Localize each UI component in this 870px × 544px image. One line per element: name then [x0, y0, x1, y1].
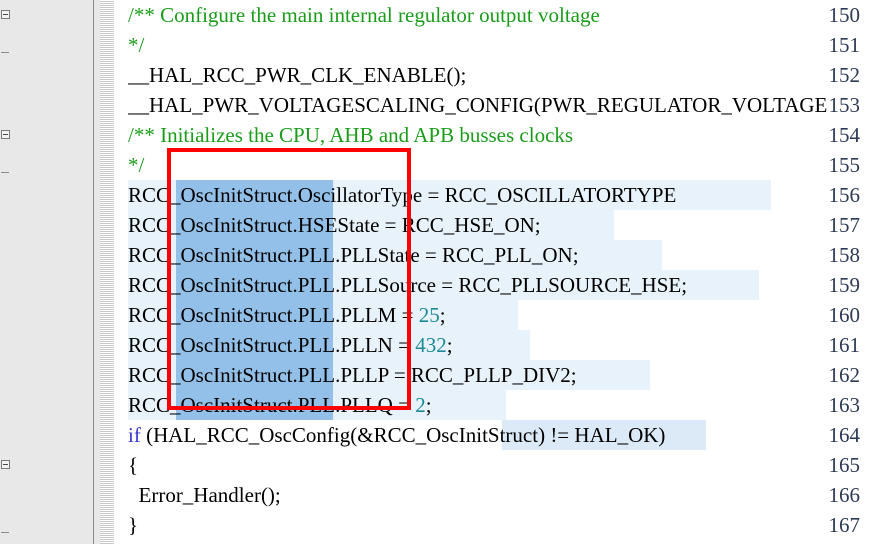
code-line-text: }	[128, 510, 138, 540]
token-plain: Error_Handler();	[128, 483, 281, 507]
token-plain: RCC_OscInitStruct.PLL.PLLSource = RCC_PL…	[128, 273, 688, 297]
code-line-text: {	[128, 450, 138, 480]
fold-collapse-icon[interactable]	[1, 130, 10, 139]
code-line[interactable]: __HAL_RCC_PWR_CLK_ENABLE();	[128, 60, 870, 90]
token-plain: RCC_OscInitStruct.PLL.PLLQ =	[128, 393, 416, 417]
token-plain: }	[128, 513, 139, 537]
code-line[interactable]: Error_Handler();	[128, 480, 870, 510]
fold-guide-line	[93, 0, 94, 544]
token-number: 25	[418, 303, 440, 327]
code-line-text: RCC_OscInitStruct.PLL.PLLSource = RCC_PL…	[128, 270, 687, 300]
token-number: 432	[415, 333, 447, 357]
token-plain: ;	[446, 333, 453, 357]
code-line-text: __HAL_RCC_PWR_CLK_ENABLE();	[128, 60, 466, 90]
code-text-area[interactable]: /** Configure the main internal regulato…	[128, 0, 870, 544]
code-editor[interactable]: 150 151 152 153 154 155 156 157 158 159 160 161 162 1…	[0, 0, 870, 544]
token-plain: RCC_OscInitStruct.PLL.PLLN =	[128, 333, 416, 357]
fold-collapse-icon[interactable]	[1, 10, 10, 19]
token-plain: RCC_OscInitStruct.PLL.PLLM =	[128, 303, 419, 327]
code-line-text: RCC_OscInitStruct.PLL.PLLQ = 2;	[128, 390, 432, 420]
code-line[interactable]: RCC_OscInitStruct.PLL.PLLState = RCC_PLL…	[128, 240, 870, 270]
code-line-text: RCC_OscInitStruct.HSEState = RCC_HSE_ON;	[128, 210, 541, 240]
token-comment: /** Configure the main internal regulato…	[128, 3, 600, 27]
line-number-gutter	[0, 0, 88, 544]
code-line-text: RCC_OscInitStruct.PLL.PLLM = 25;	[128, 300, 446, 330]
token-plain: RCC_OscInitStruct.PLL.PLLState = RCC_PLL…	[128, 243, 579, 267]
code-line-text: RCC_OscInitStruct.OscillatorType = RCC_O…	[128, 180, 676, 210]
code-line-text: Error_Handler();	[128, 480, 281, 510]
code-line-text: */	[128, 150, 144, 180]
token-keyword: if	[128, 423, 141, 447]
token-comment: */	[128, 153, 145, 177]
code-line-text: /** Configure the main internal regulato…	[128, 0, 600, 30]
code-line[interactable]: RCC_OscInitStruct.PLL.PLLM = 25;	[128, 300, 870, 330]
code-line[interactable]: __HAL_PWR_VOLTAGESCALING_CONFIG(PWR_REGU…	[128, 90, 870, 120]
token-plain: RCC_OscInitStruct.OscillatorType = RCC_O…	[128, 183, 677, 207]
code-line[interactable]: RCC_OscInitStruct.OscillatorType = RCC_O…	[128, 180, 870, 210]
token-plain: ;	[439, 303, 446, 327]
code-line[interactable]: if (HAL_RCC_OscConfig(&RCC_OscInitStruct…	[128, 420, 870, 450]
gutter-gap	[114, 0, 128, 544]
token-plain: (HAL_RCC_OscConfig(&RCC_OscInitStruct) !…	[140, 423, 666, 447]
code-line[interactable]: RCC_OscInitStruct.PLL.PLLQ = 2;	[128, 390, 870, 420]
code-line[interactable]: */	[128, 30, 870, 60]
code-line[interactable]: }	[128, 510, 870, 540]
token-comment: */	[128, 33, 145, 57]
code-line-text: if (HAL_RCC_OscConfig(&RCC_OscInitStruct…	[128, 420, 665, 450]
code-line-text: */	[128, 30, 144, 60]
code-line[interactable]: /** Configure the main internal regulato…	[128, 0, 870, 30]
code-line[interactable]: {	[128, 450, 870, 480]
code-line-text: RCC_OscInitStruct.PLL.PLLState = RCC_PLL…	[128, 240, 579, 270]
fold-end-tick-icon	[1, 532, 9, 533]
token-plain: ;	[425, 393, 432, 417]
code-line[interactable]: RCC_OscInitStruct.PLL.PLLSource = RCC_PL…	[128, 270, 870, 300]
code-line[interactable]: RCC_OscInitStruct.PLL.PLLN = 432;	[128, 330, 870, 360]
code-line-text: RCC_OscInitStruct.PLL.PLLP = RCC_PLLP_DI…	[128, 360, 577, 390]
code-line-text: RCC_OscInitStruct.PLL.PLLN = 432;	[128, 330, 453, 360]
fold-end-tick-icon	[1, 172, 9, 173]
code-line-text: /** Initializes the CPU, AHB and APB bus…	[128, 120, 573, 150]
code-line[interactable]: RCC_OscInitStruct.HSEState = RCC_HSE_ON;	[128, 210, 870, 240]
fold-end-tick-icon	[1, 52, 9, 53]
token-plain: RCC_OscInitStruct.PLL.PLLP = RCC_PLLP_DI…	[128, 363, 577, 387]
code-line[interactable]: */	[128, 150, 870, 180]
code-folding-column[interactable]	[88, 0, 100, 544]
token-number: 2	[415, 393, 426, 417]
code-line[interactable]: /** Activate the Over-Drive mode	[128, 540, 870, 544]
gutter-hatch-strip	[100, 0, 114, 544]
code-line[interactable]: RCC_OscInitStruct.PLL.PLLP = RCC_PLLP_DI…	[128, 360, 870, 390]
token-plain: {	[128, 453, 139, 477]
token-plain: __HAL_RCC_PWR_CLK_ENABLE();	[128, 63, 467, 87]
token-comment: /** Initializes the CPU, AHB and APB bus…	[128, 123, 574, 147]
fold-collapse-icon[interactable]	[1, 460, 10, 469]
token-plain: RCC_OscInitStruct.HSEState = RCC_HSE_ON;	[128, 213, 541, 237]
token-plain: __HAL_PWR_VOLTAGESCALING_CONFIG(PWR_REGU…	[128, 93, 828, 117]
code-line[interactable]: /** Initializes the CPU, AHB and APB bus…	[128, 120, 870, 150]
code-line-text: /** Activate the Over-Drive mode	[128, 540, 414, 544]
code-line-text: __HAL_PWR_VOLTAGESCALING_CONFIG(PWR_REGU…	[128, 90, 827, 120]
